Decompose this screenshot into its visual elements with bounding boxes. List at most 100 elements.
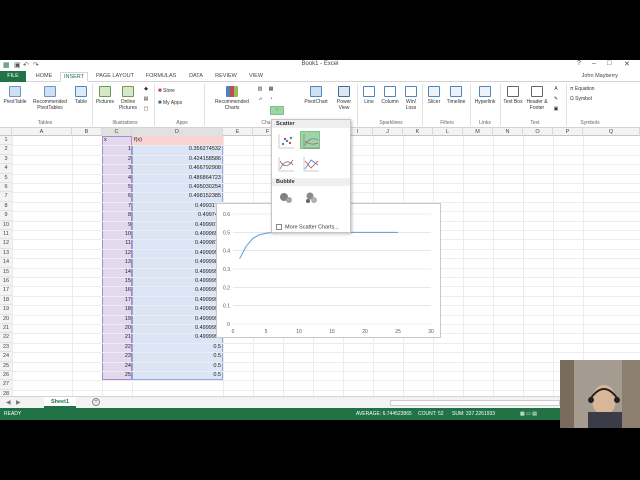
row-header[interactable]: 9: [0, 211, 12, 221]
sparkline-winloss-button[interactable]: Win/ Loss: [402, 84, 420, 111]
x-value-cell[interactable]: 23: [102, 352, 132, 361]
column-header[interactable]: K: [403, 128, 433, 136]
tab-page-layout[interactable]: PAGE LAYOUT: [93, 72, 137, 82]
row-header[interactable]: 6: [0, 183, 12, 193]
fx-value-cell[interactable]: 0.4999999: [132, 315, 222, 324]
row-header[interactable]: 3: [0, 154, 12, 165]
fx-value-cell[interactable]: 0.486864723: [132, 174, 222, 183]
select-all-corner[interactable]: [0, 128, 12, 136]
power-view-button[interactable]: Power View: [333, 84, 355, 111]
x-value-cell[interactable]: 17: [102, 296, 132, 305]
scatter-smooth-lines-option[interactable]: [275, 154, 295, 172]
x-value-cell[interactable]: 5: [102, 183, 132, 192]
hyperlink-button[interactable]: Hyperlink: [472, 84, 498, 105]
x-value-cell[interactable]: 16: [102, 286, 132, 295]
x-value-cell[interactable]: 13: [102, 258, 132, 267]
help-button[interactable]: ?: [577, 60, 581, 67]
x-value-cell[interactable]: 9: [102, 221, 132, 230]
row-header[interactable]: 17: [0, 286, 12, 296]
more-scatter-charts-link[interactable]: More Scatter Charts...: [276, 224, 339, 230]
horizontal-scrollbar[interactable]: [390, 400, 560, 406]
pivottable-button[interactable]: PivotTable: [2, 84, 28, 105]
close-button[interactable]: ✕: [624, 60, 630, 68]
online-pictures-button[interactable]: Online Pictures: [117, 84, 139, 111]
fx-value-cell[interactable]: 0.424158586: [132, 155, 222, 164]
row-header[interactable]: 16: [0, 277, 12, 287]
x-value-cell[interactable]: 4: [102, 174, 132, 183]
column-header[interactable]: A: [12, 128, 72, 136]
fx-value-cell[interactable]: 0.5: [132, 343, 222, 352]
row-header[interactable]: 1: [0, 136, 12, 146]
row-header[interactable]: 23: [0, 342, 12, 353]
tab-insert[interactable]: INSERT: [60, 72, 88, 82]
x-value-cell[interactable]: 11: [102, 239, 132, 248]
pictures-button[interactable]: Pictures: [94, 84, 116, 105]
x-value-cell[interactable]: 21: [102, 333, 132, 342]
x-value-cell[interactable]: 7: [102, 202, 132, 211]
equation-button[interactable]: π Equation: [570, 86, 610, 92]
column-header[interactable]: Q: [583, 128, 640, 136]
view-mode-icons[interactable]: ▦ ▭ ▤: [520, 408, 537, 420]
signature-icon[interactable]: ✎: [552, 96, 560, 102]
tab-file[interactable]: FILE: [0, 71, 26, 82]
fx-value-cell[interactable]: 0.4993178: [132, 202, 222, 211]
row-header[interactable]: 24: [0, 352, 12, 362]
column-header[interactable]: C: [102, 128, 132, 136]
row-header[interactable]: 14: [0, 258, 12, 268]
pivotchart-button[interactable]: PivotChart: [301, 84, 331, 105]
fx-value-cell[interactable]: 0.499748: [132, 211, 222, 220]
column-header[interactable]: O: [523, 128, 553, 136]
row-header[interactable]: 13: [0, 248, 12, 259]
recommended-pivottables-button[interactable]: Recommended PivotTables: [29, 84, 71, 111]
column-chart-icon[interactable]: ▥: [255, 86, 265, 92]
x-value-cell[interactable]: 8: [102, 211, 132, 220]
row-header[interactable]: 20: [0, 314, 12, 324]
row-header[interactable]: 18: [0, 295, 12, 306]
column-header[interactable]: P: [553, 128, 583, 136]
user-name[interactable]: John Mayberry: [582, 73, 618, 79]
header-cell-x[interactable]: x: [104, 136, 124, 145]
my-apps-button[interactable]: ■ My Apps: [158, 100, 198, 106]
column-header[interactable]: B: [72, 128, 102, 136]
fx-value-cell[interactable]: 0.4999999: [132, 324, 222, 333]
sheet-tab-sheet1[interactable]: Sheet1: [44, 397, 76, 408]
scatter-straight-lines-option[interactable]: [300, 154, 320, 172]
fx-value-cell[interactable]: 0.4999874: [132, 239, 222, 248]
row-header[interactable]: 19: [0, 305, 12, 315]
x-value-cell[interactable]: 19: [102, 315, 132, 324]
row-header[interactable]: 27: [0, 380, 12, 390]
smartart-icon[interactable]: ▤: [140, 96, 152, 102]
recommended-charts-button[interactable]: Recommended Charts: [212, 84, 252, 111]
fx-value-cell[interactable]: 0.4999659: [132, 230, 222, 239]
add-sheet-icon[interactable]: +: [92, 398, 100, 406]
scroll-right-icon[interactable]: ▶: [16, 399, 21, 406]
timeline-button[interactable]: Timeline: [444, 84, 468, 105]
x-value-cell[interactable]: 2: [102, 155, 132, 164]
fx-value-cell[interactable]: 0.4999999: [132, 305, 222, 314]
fx-value-cell[interactable]: 0.4999983: [132, 258, 222, 267]
row-header[interactable]: 12: [0, 239, 12, 249]
tab-view[interactable]: VIEW: [244, 72, 268, 82]
x-value-cell[interactable]: 20: [102, 324, 132, 333]
pie-chart-icon[interactable]: ◔: [266, 96, 276, 102]
x-value-cell[interactable]: 24: [102, 362, 132, 371]
bubble-option[interactable]: [275, 188, 295, 206]
row-header[interactable]: 25: [0, 361, 12, 371]
row-header[interactable]: 15: [0, 267, 12, 277]
column-header[interactable]: L: [433, 128, 463, 136]
maximize-button[interactable]: □: [607, 60, 611, 67]
fx-value-cell[interactable]: 0.495030254: [132, 183, 222, 192]
x-value-cell[interactable]: 22: [102, 343, 132, 352]
row-header[interactable]: 2: [0, 145, 12, 155]
store-button[interactable]: ■ Store: [158, 88, 192, 94]
x-value-cell[interactable]: 12: [102, 249, 132, 258]
tab-home[interactable]: HOME: [32, 72, 56, 82]
wordart-icon[interactable]: A: [552, 86, 560, 92]
x-value-cell[interactable]: 18: [102, 305, 132, 314]
table-button[interactable]: Table: [71, 84, 91, 105]
fx-value-cell[interactable]: 0.498152385: [132, 192, 222, 201]
column-header[interactable]: E: [223, 128, 253, 136]
scatter-smooth-lines-markers-option[interactable]: [300, 131, 320, 149]
shapes-icon[interactable]: ◆: [140, 86, 152, 92]
row-header[interactable]: 4: [0, 164, 12, 174]
